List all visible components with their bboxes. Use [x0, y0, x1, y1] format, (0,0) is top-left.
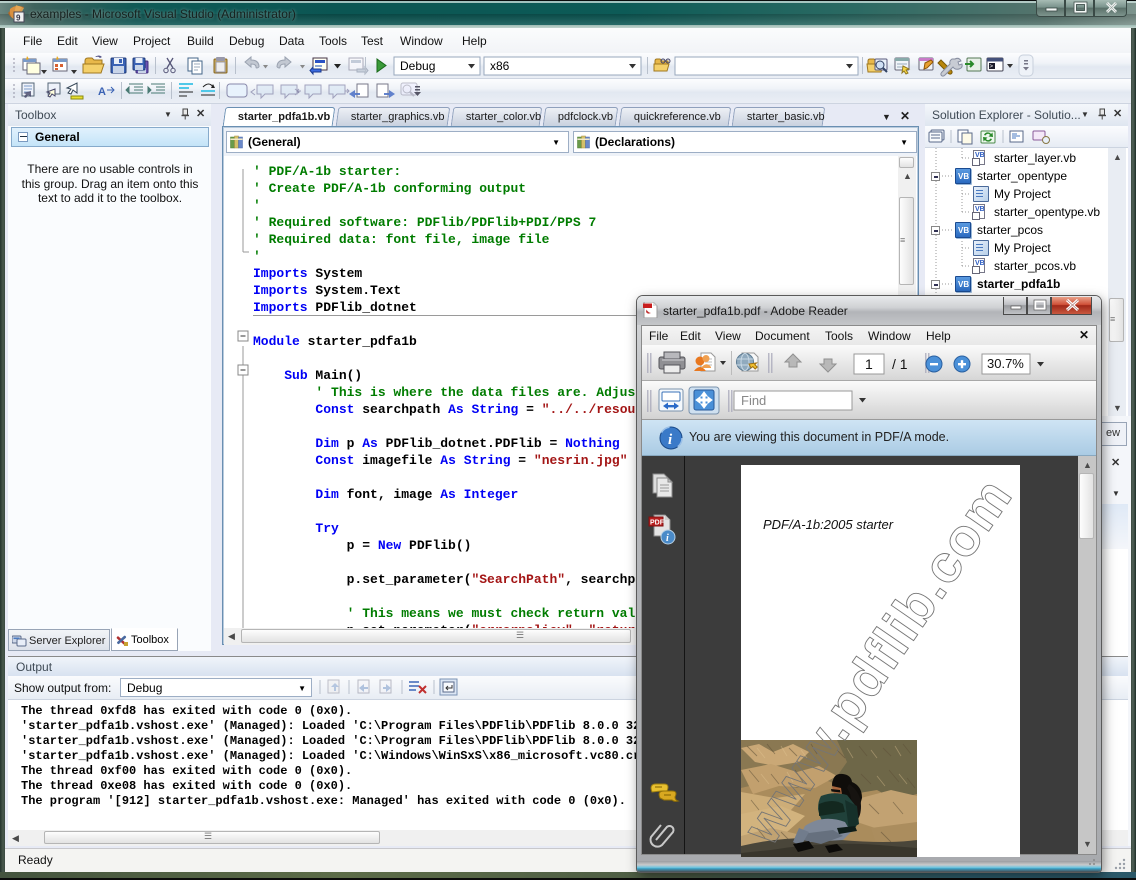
svg-text:1: 1 [865, 356, 873, 372]
svg-text:x86: x86 [490, 59, 510, 73]
svg-text:30.7%: 30.7% [987, 356, 1024, 371]
svg-text:Find: Find [741, 393, 766, 408]
svg-text:PDF: PDF [650, 520, 665, 527]
svg-text:/ 1: / 1 [892, 356, 908, 372]
svg-text:Debug: Debug [400, 59, 435, 73]
svg-text:9: 9 [16, 14, 21, 23]
svg-text:i: i [666, 533, 669, 544]
svg-text:>: > [990, 64, 994, 70]
svg-text:A: A [98, 86, 106, 98]
